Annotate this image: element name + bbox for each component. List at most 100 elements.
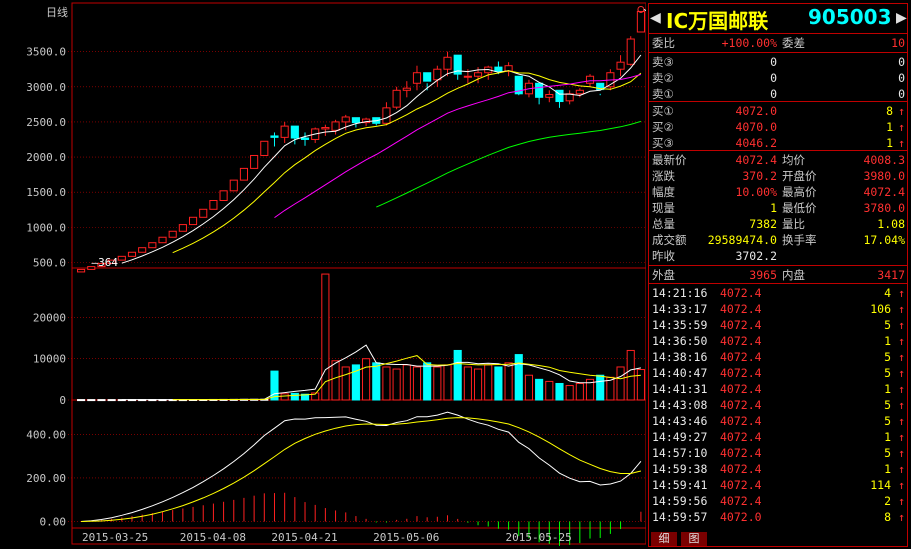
- volume-bar: [453, 349, 462, 401]
- tick-row: 14:36:50 4072.4 1 ↑: [652, 334, 905, 348]
- candle: [239, 167, 249, 181]
- volume-bar: [270, 370, 279, 401]
- period-label: 日线: [46, 5, 68, 19]
- y-tick-label: 200.00: [26, 472, 66, 485]
- candle: [585, 75, 595, 84]
- buy-level-row: 买② 4070.0 1 ↑: [652, 120, 905, 134]
- y-tick-label: 20000: [33, 311, 66, 324]
- candle: [331, 121, 340, 131]
- tick-row: 14:59:38 4072.4 1 ↑: [652, 462, 905, 476]
- stat-row: 现量 1 最低价 3780.0: [652, 201, 905, 215]
- volume-bar: [565, 385, 574, 401]
- tick-row: 14:40:47 4072.4 5 ↑: [652, 366, 905, 380]
- candle: [209, 199, 218, 210]
- candle: [351, 117, 360, 124]
- x-tick-label: 2015-05-06: [373, 531, 439, 544]
- tab-chart[interactable]: 图: [681, 532, 707, 546]
- y-tick-label: 400.00: [26, 428, 66, 441]
- chart-frame: [71, 2, 646, 545]
- volume-bar: [382, 366, 391, 401]
- y-tick-label: 10000: [33, 353, 66, 366]
- volume-bar: [97, 399, 106, 402]
- macd-dif-line: [81, 411, 642, 522]
- volume-bar: [545, 380, 554, 401]
- candle: [138, 247, 147, 253]
- volume-bar: [463, 366, 472, 401]
- sell-level-row: 卖③ 0 0: [652, 55, 905, 69]
- candle: [626, 38, 635, 65]
- candle: [188, 216, 198, 226]
- volume-bar: [473, 368, 483, 401]
- stat-row: 成交额 29589474.0 换手率 17.04%: [652, 233, 905, 247]
- outer-inner-row: 外盘 3965 内盘 3417: [652, 268, 905, 282]
- candle: [392, 89, 401, 108]
- next-arrow-icon[interactable]: ▶: [896, 10, 907, 26]
- y-tick-label: 2000.0: [26, 151, 66, 164]
- candle: [535, 82, 544, 98]
- tick-row: 14:43:46 4072.4 5 ↑: [652, 414, 905, 428]
- tick-row: 14:59:41 4072.4 114 ↑: [652, 478, 905, 492]
- volume-bar: [280, 393, 289, 401]
- volume-bar: [77, 399, 86, 402]
- stat-row: 总量 7382 量比 1.08: [652, 217, 905, 231]
- kline-chart[interactable]: 日线 500.0 1000.0 1500.0 2000.0 2500.0 3000.0 350…: [0, 0, 646, 549]
- y-tick-label: 3500.0: [26, 46, 66, 59]
- buy-level-row: 买③ 4046.2 1 ↑: [652, 136, 905, 150]
- candle: [280, 125, 289, 138]
- y-tick-label: 2500.0: [26, 116, 66, 129]
- volume-bar: [494, 366, 503, 401]
- quote-title-bar: ◀ IC万国邮联 905003 ▶: [650, 4, 907, 33]
- volume-bar: [575, 382, 584, 401]
- y-tick-label: 1500.0: [26, 186, 66, 199]
- ma60-line: [376, 120, 642, 208]
- y-tick-label: 3000.0: [26, 81, 66, 94]
- tick-row: 14:43:08 4072.4 5 ↑: [652, 398, 905, 412]
- prev-arrow-icon[interactable]: ◀: [650, 10, 661, 26]
- y-tick-label: 0: [59, 394, 66, 407]
- candle: [423, 72, 432, 82]
- candle: [219, 190, 228, 201]
- volume-bar: [392, 368, 401, 401]
- wei-bi-row: 委比 +100.00% 委差 10: [652, 36, 905, 50]
- tick-row: 14:59:56 4072.4 2 ↑: [652, 494, 905, 508]
- candle: [148, 242, 157, 249]
- instrument-code: 905003: [808, 5, 892, 29]
- volume-bar: [555, 382, 564, 401]
- candle: [158, 236, 167, 244]
- candle: [412, 72, 422, 84]
- x-tick-label: 2015-03-25: [82, 531, 148, 544]
- candle: [270, 135, 279, 138]
- candle: [117, 255, 126, 261]
- volume-bar: [626, 349, 635, 401]
- y-tick-label: 500.0: [33, 256, 66, 269]
- candle: [341, 116, 350, 123]
- candle: [473, 72, 483, 77]
- tick-row: 14:35:59 4072.4 5 ↑: [652, 318, 905, 332]
- candle: [575, 89, 584, 95]
- stat-row: 昨收 3702.2: [652, 249, 777, 263]
- tab-detail[interactable]: 细: [651, 532, 677, 546]
- candle: [260, 140, 269, 156]
- buy-level-row: 买① 4072.0 8 ↑: [652, 104, 905, 118]
- divider: [649, 283, 907, 284]
- divider: [649, 52, 907, 53]
- candle: [616, 61, 625, 70]
- candle: [178, 224, 187, 232]
- volume-bar: [504, 362, 513, 401]
- volume-bar: [616, 366, 625, 401]
- volume-bar: [636, 369, 645, 401]
- y-tick-label: 0.00: [40, 515, 67, 528]
- candle: [77, 268, 86, 273]
- candle: [168, 230, 177, 238]
- volume-bar: [290, 392, 299, 401]
- volume-bar: [372, 362, 381, 401]
- volume-bar: [87, 399, 96, 402]
- low-price-marker: —364: [92, 256, 119, 269]
- candle: [127, 251, 137, 257]
- tick-row: 14:59:57 4072.0 8 ↑: [652, 510, 905, 524]
- tick-row: 14:57:10 4072.4 5 ↑: [652, 446, 905, 460]
- stat-row: 幅度 10.00% 最高价 4072.4: [652, 185, 905, 199]
- tick-row: 14:21:16 4072.4 4 ↑: [652, 286, 905, 300]
- ma5-line: [121, 54, 642, 264]
- divider: [649, 150, 907, 151]
